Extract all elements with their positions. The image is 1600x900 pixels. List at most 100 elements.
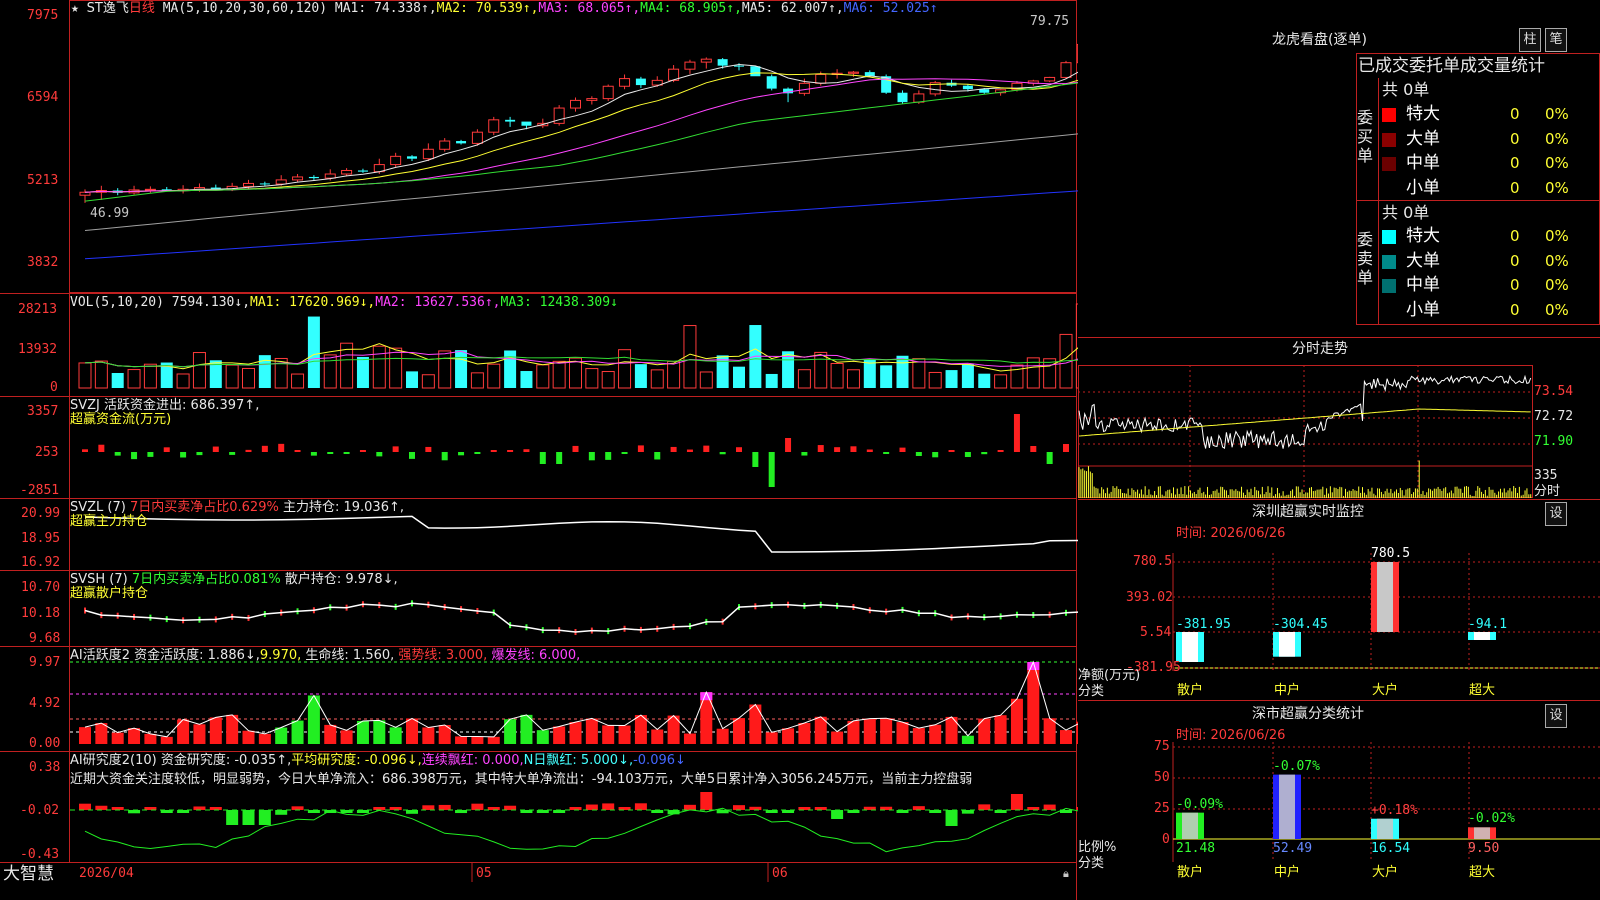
class-ylabel: 比例%	[1078, 840, 1117, 855]
act-c: 生命线: 1.560,	[305, 648, 395, 663]
lock-icon[interactable]: 🔒︎	[1063, 866, 1069, 881]
fund-flow-bar	[817, 445, 824, 452]
activity-bar	[553, 726, 566, 744]
activity-bar	[79, 727, 91, 744]
monitor-category: 超大	[1469, 683, 1496, 698]
candle-body	[341, 169, 353, 175]
period-label[interactable]: 日线	[129, 1, 155, 16]
svsh-header: SVSH (7) 7日内买卖净占比0.081% 散户持仓: 9.978↓,	[70, 572, 398, 587]
volume-bar	[1043, 358, 1057, 389]
activity-bar	[340, 730, 353, 744]
svzl-ratio: 7日内买卖净占比0.629%	[129, 500, 279, 515]
volume-bar	[470, 372, 484, 389]
candle-body	[847, 71, 859, 74]
activity-bar	[683, 733, 696, 744]
fund-flow-bar	[899, 447, 906, 452]
sell-side-label: 委卖单	[1357, 230, 1374, 287]
activity-bar	[749, 704, 762, 744]
fund-flow-bar	[523, 449, 530, 452]
monitor-settings-button[interactable]: 设	[1545, 502, 1567, 526]
class-bar-highlight	[1279, 774, 1295, 839]
legend-swatch	[1382, 157, 1396, 171]
res-tick-2: -0.02	[20, 803, 60, 818]
fund-flow-bar	[278, 443, 285, 452]
fund-flow-bar	[458, 452, 465, 456]
activity-bar	[389, 727, 402, 744]
monitor-value-label: -381.95	[1176, 617, 1231, 632]
order-row-count: 0	[1510, 300, 1520, 319]
act-tick-3: 0.00	[29, 736, 61, 751]
intraday-title: 分时走势	[1292, 341, 1348, 357]
fund-flow-bar	[703, 445, 710, 452]
volume-bar	[421, 374, 435, 389]
research-bar	[95, 805, 108, 810]
intraday-vol-tick: 335	[1534, 468, 1558, 483]
volume-bar	[438, 350, 452, 389]
intraday-vol-label: 分时	[1534, 484, 1561, 499]
activity-bar	[831, 731, 844, 744]
volume-bar	[961, 364, 974, 388]
activity-bar	[896, 722, 909, 744]
activity-bar	[422, 727, 435, 744]
brand-logo[interactable]: 大智慧	[3, 864, 54, 884]
class-tick-4: 0	[1162, 832, 1170, 847]
xaxis-label-3: 06	[772, 866, 788, 881]
ma5-value: MA5: 62.007↑,	[741, 1, 844, 16]
star-icon[interactable]: ★	[71, 1, 79, 16]
activity-bar	[536, 730, 549, 744]
fund-flow-bar	[310, 452, 317, 456]
vol-name: VOL(5,10,20)	[70, 295, 164, 310]
candle-body	[324, 173, 336, 179]
activity-bar	[291, 720, 304, 744]
order-row-count: 0	[1510, 178, 1520, 197]
candle-body	[144, 188, 156, 191]
class-category: 中户	[1274, 865, 1301, 880]
res-header: AI研究度2(10) 资金研究度: -0.035↑,平均研究度: -0.096↓…	[70, 753, 686, 768]
class-value-label: 16.54	[1371, 841, 1411, 856]
ma-params: MA(5,10,20,30,60,120)	[162, 1, 328, 16]
candle-body	[243, 182, 254, 187]
activity-bar	[258, 733, 271, 744]
fund-flow-bar	[82, 449, 88, 452]
class-xlabel: 分类	[1078, 856, 1105, 871]
fund-flow-bar	[932, 452, 939, 458]
activity-bar	[504, 719, 517, 744]
volume-bar	[111, 372, 124, 388]
fund-flow-bar	[719, 452, 726, 455]
fund-flow-bar	[1063, 444, 1069, 452]
price-tick-1: 7975	[27, 8, 59, 23]
research-bar	[1010, 794, 1023, 810]
order-row-pct: 0%	[1545, 276, 1569, 294]
activity-bar	[602, 725, 615, 744]
activity-bar	[716, 728, 729, 744]
ma4-value: MA4: 68.905↑,	[640, 1, 742, 16]
res-a: 资金研究度: -0.035↑,	[160, 753, 292, 768]
order-row-pct: 0%	[1545, 129, 1569, 148]
activity-bar	[373, 720, 386, 744]
candle-body	[734, 65, 744, 67]
vol-tick-2: 13932	[18, 342, 58, 357]
order-row-name: 特大	[1406, 104, 1440, 124]
class-category: 散户	[1177, 865, 1204, 880]
candle-body	[750, 66, 761, 77]
research-bar	[945, 810, 958, 826]
class-settings-button[interactable]: 设	[1545, 704, 1567, 728]
order-row-name: 小单	[1406, 299, 1440, 320]
candle-body	[488, 119, 500, 133]
tick-mode-button[interactable]: 笔	[1545, 28, 1567, 52]
activity-bar	[193, 724, 206, 744]
volume-bar	[765, 373, 778, 388]
fund-flow-bar	[425, 446, 432, 452]
fund-flow-bar	[294, 450, 301, 452]
fund-flow-bar	[588, 452, 595, 461]
candle-body	[407, 156, 417, 159]
candle-body	[717, 59, 728, 66]
act-e: 爆发线: 6.000,	[491, 648, 581, 663]
dragon-title: 龙虎看盘(逐单)	[1272, 32, 1367, 48]
fund-flow-bar	[948, 450, 955, 452]
class-bar-highlight	[1377, 818, 1393, 839]
activity-bar	[651, 729, 664, 744]
class-value-label: 21.48	[1176, 841, 1216, 856]
bar-mode-button[interactable]: 柱	[1519, 28, 1541, 52]
volume-bar	[225, 364, 239, 389]
